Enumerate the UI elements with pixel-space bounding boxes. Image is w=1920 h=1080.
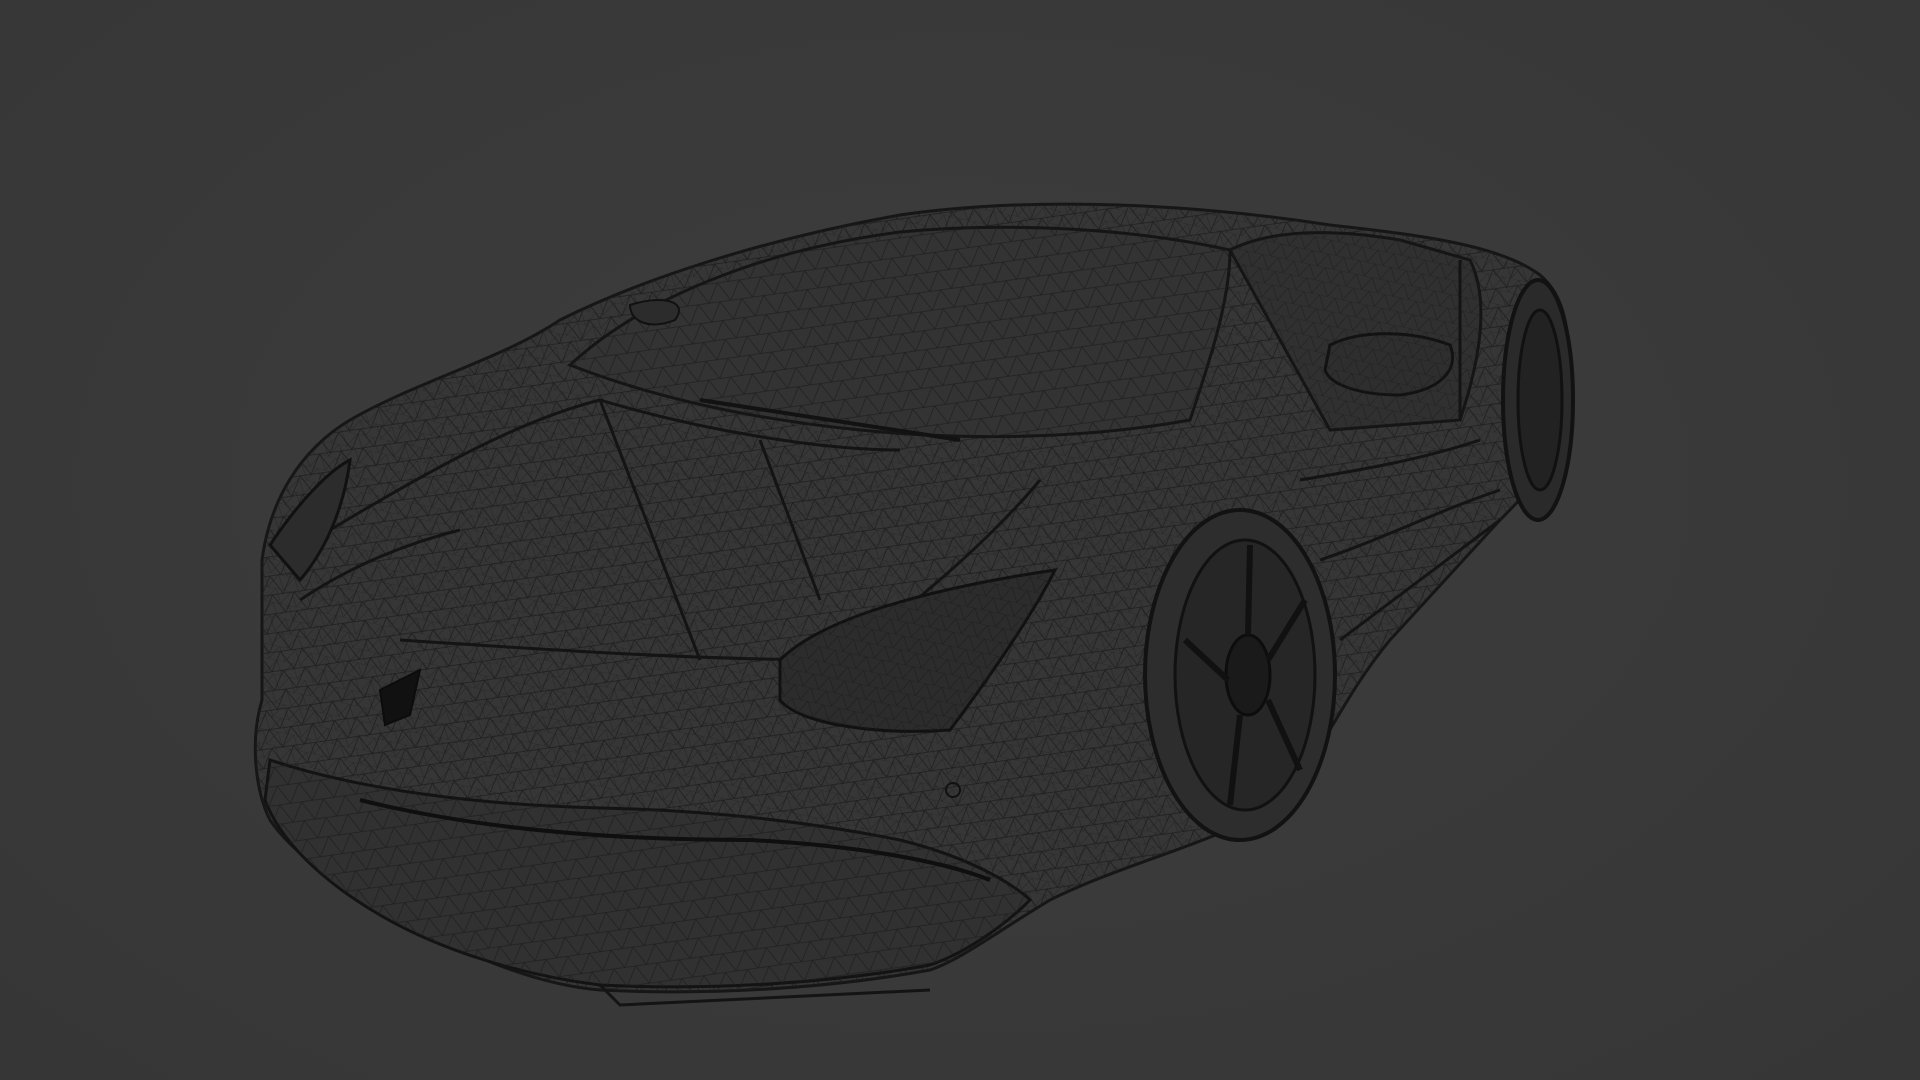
side-mirror-mesh [1323, 332, 1454, 397]
front-wheel-mesh [1143, 508, 1337, 842]
roof-vent [628, 299, 680, 326]
3d-viewport[interactable] [0, 0, 1920, 1080]
rear-wheel-mesh [1501, 278, 1575, 522]
wireframe-render[interactable] [0, 0, 1920, 1080]
